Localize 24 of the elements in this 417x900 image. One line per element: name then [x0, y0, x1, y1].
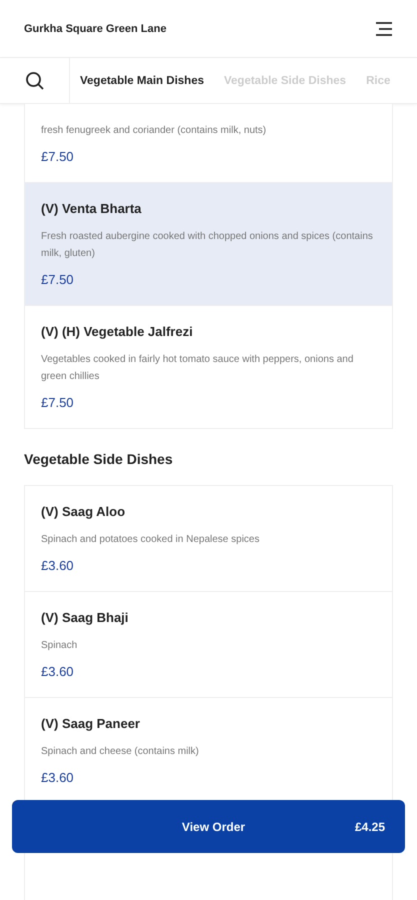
category-tab[interactable]: Vegetable Main Dishes: [70, 74, 214, 86]
search-icon: [24, 70, 44, 90]
dish-price: £3.60: [41, 770, 75, 785]
dish-price: £7.50: [41, 149, 75, 164]
dish-name: (V) Saag Paneer: [41, 716, 141, 731]
dish-name: (V) Venta Bharta: [41, 201, 142, 216]
dish-name: (V) Saag Aloo: [41, 504, 126, 519]
dish-name: (V) Saag Bhaji: [41, 610, 130, 625]
dish-description: fresh fenugreek and coriander (contains milk, nuts): [41, 124, 268, 138]
dish-name: (V) (H) Vegetable Jalfrezi: [41, 324, 194, 339]
dish-price: £3.60: [41, 664, 75, 679]
dish-price: £7.50: [41, 272, 75, 287]
menu-item[interactable]: (V) Venta Bharta Fresh roasted aubergine cooked with chopped onions and spices (contains milk, gluten) £7.50: [25, 183, 392, 306]
section-heading: Vegetable Side Dishes: [24, 450, 174, 469]
restaurant-title: Gurkha Square Green Lane: [24, 22, 166, 34]
dish-description: Spinach and potatoes cooked in Nepalese spices: [41, 533, 260, 547]
dish-price: £3.60: [41, 558, 75, 573]
dish-price: £7.50: [41, 395, 75, 410]
view-order-button[interactable]: View Order £4.25: [12, 800, 405, 853]
dish-description: Spinach: [41, 639, 78, 653]
dish-description: Fresh roasted aubergine cooked with chopped onions and spices (contains milk, gluten): [41, 230, 374, 261]
menu-icon[interactable]: [375, 22, 393, 36]
dish-description: Vegetables cooked in fairly hot tomato sauce with peppers, onions and green chillies: [41, 353, 354, 384]
dish-description: Spinach and cheese (contains milk): [41, 745, 200, 759]
